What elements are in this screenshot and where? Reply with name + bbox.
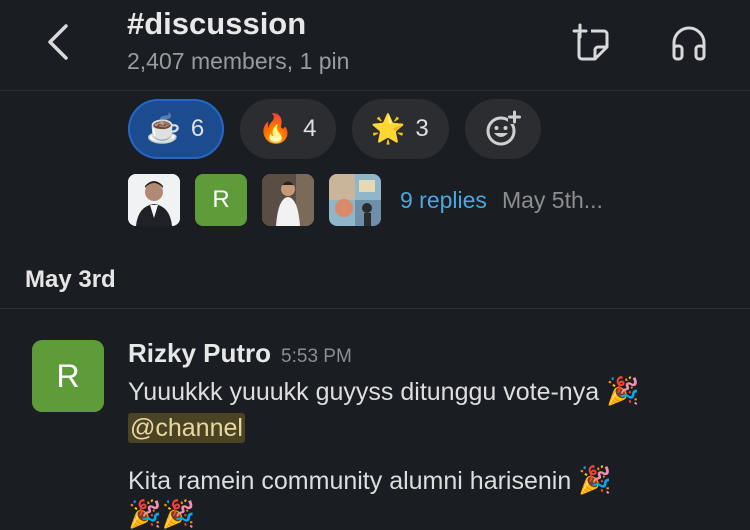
reaction-count: 4 — [303, 115, 317, 142]
message-line: Kita ramein community alumni harisenin 🎉 — [128, 464, 612, 496]
reaction-bar: ☕ 6 🔥 4 🌟 3 — [128, 99, 541, 159]
reply-avatar — [128, 174, 180, 226]
person-photo-icon — [262, 174, 314, 226]
message-header: Rizky Putro 5:53 PM — [128, 338, 352, 369]
channel-meta[interactable]: 2,407 members, 1 pin — [127, 48, 349, 75]
back-button[interactable] — [36, 20, 80, 64]
message-text: Kita ramein community alumni harisenin — [128, 467, 572, 495]
chevron-left-icon — [48, 24, 68, 60]
message-line: Yuuukkk yuuukk guyyss ditunggu vote-nya … — [128, 375, 640, 407]
person-photo-icon — [128, 174, 180, 226]
message-time[interactable]: 5:53 PM — [281, 346, 352, 368]
reaction-star[interactable]: 🌟 3 — [352, 99, 449, 159]
reply-avatar — [329, 174, 381, 226]
party-popper-emoji: 🎉 — [606, 376, 640, 406]
channel-header: #discussion 2,407 members, 1 pin — [0, 0, 750, 91]
message-line: @channel — [128, 413, 245, 443]
party-popper-emoji: 🎉 — [578, 465, 612, 495]
divider-line — [0, 308, 750, 309]
date-divider[interactable]: May 3rd — [25, 266, 116, 294]
fire-emoji: 🔥 — [258, 113, 294, 144]
star-emoji: 🌟 — [370, 113, 406, 144]
add-reaction-icon — [486, 110, 521, 146]
headphones-icon — [672, 26, 706, 61]
canvas-button[interactable] — [568, 20, 614, 66]
thread-summary[interactable]: R 9 replies May 5th... — [128, 174, 603, 226]
reply-avatar — [262, 174, 314, 226]
reaction-count: 3 — [415, 115, 429, 142]
reaction-fire[interactable]: 🔥 4 — [240, 99, 337, 159]
author-avatar[interactable]: R — [32, 340, 104, 412]
reaction-count: 6 — [190, 115, 205, 142]
message-text: Yuuukkk yuuukk guyyss ditunggu vote-nya — [128, 378, 600, 406]
add-canvas-icon — [572, 23, 609, 61]
reply-avatar: R — [195, 174, 247, 226]
add-reaction-button[interactable] — [464, 99, 541, 159]
replies-link[interactable]: 9 replies — [400, 187, 487, 214]
channel-title[interactable]: #discussion — [127, 6, 306, 42]
huddle-button[interactable] — [666, 20, 712, 66]
party-popper-emoji: 🎉 — [128, 499, 162, 529]
party-popper-emoji: 🎉 — [161, 499, 196, 529]
coffee-emoji: ☕ — [146, 113, 181, 144]
author-name[interactable]: Rizky Putro — [128, 338, 271, 369]
reaction-coffee[interactable]: ☕ 6 — [128, 99, 225, 159]
last-reply-time: May 5th... — [501, 186, 603, 213]
message-line: 🎉🎉 — [128, 498, 195, 530]
artwork-photo-icon — [329, 174, 381, 226]
channel-mention[interactable]: @channel — [128, 413, 245, 443]
